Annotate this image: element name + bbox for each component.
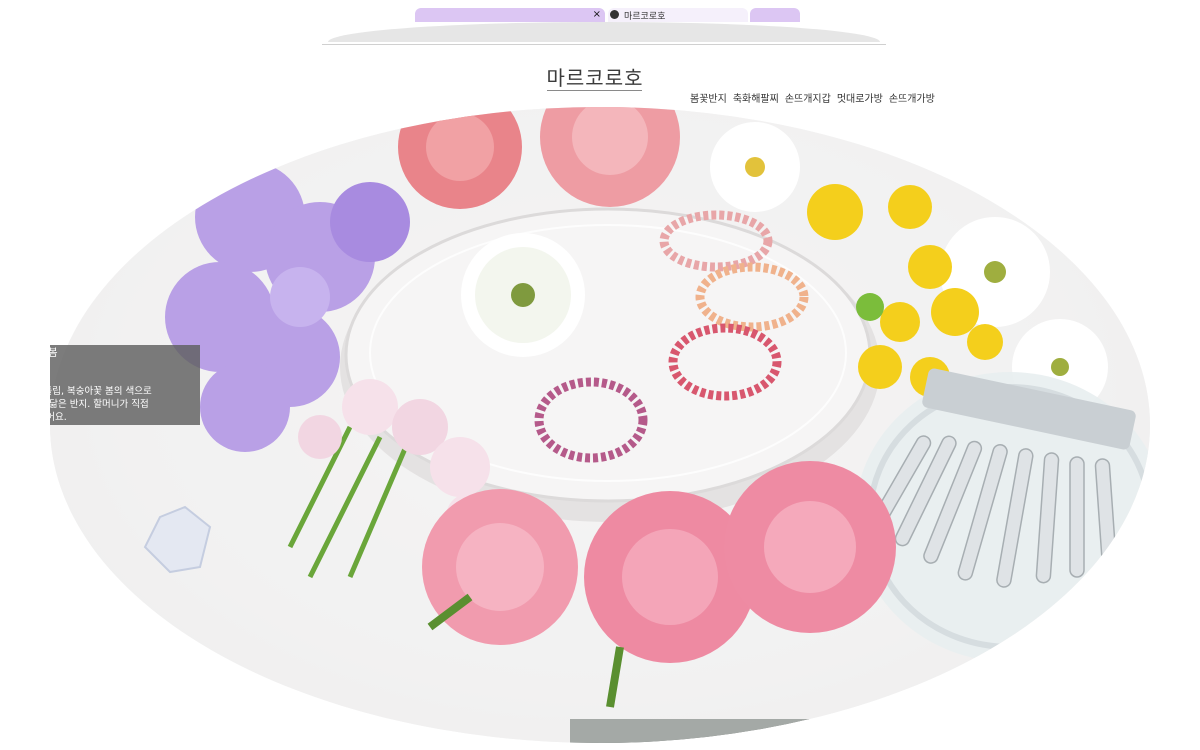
browser-tabstrip: × 마르코로호 [320,0,888,44]
tab-extra[interactable] [750,8,800,22]
site-logo[interactable]: 마르코로호 [500,62,690,91]
white-chrysanthemum [461,233,585,357]
tab-active[interactable]: × [415,8,605,22]
caption-text: 벚꽃, 튤립, 복숭아꽃 봄의 색으로 꽃잎을 닮은 반지. 할머니가 직접 만… [50,386,152,423]
hero-illustration [50,107,1150,743]
nav-item-free-bag[interactable]: 멋대로가방 [837,90,883,105]
nav-item-knit-bag[interactable]: 손뜨개가방 [889,90,935,105]
hero-image [50,107,1150,743]
caption-title: 에 봄 리 [50,348,58,359]
tab-marcoroho[interactable]: 마르코로호 [608,8,748,22]
globe-icon [610,10,619,19]
address-bar[interactable] [328,22,880,42]
logo-underline [547,90,642,91]
nav-item-knit-wallet[interactable]: 손뜨개지갑 [785,90,831,105]
nav-item-bracelet[interactable]: 축화해팔찌 [733,90,779,105]
site-nav: 봄꽃반지 축화해팔찌 손뜨개지갑 멋대로가방 손뜨개가방 [690,90,935,105]
caption-overlay: 에 봄 리 벚꽃, 튤립, 복숭아꽃 봄의 색으로 꽃잎을 닮은 반지. 할머니… [50,345,200,425]
nav-item-spring-ring[interactable]: 봄꽃반지 [690,90,727,105]
close-icon[interactable]: × [593,8,601,22]
chrome-divider [322,44,886,45]
tab-label: 마르코로호 [624,12,666,22]
